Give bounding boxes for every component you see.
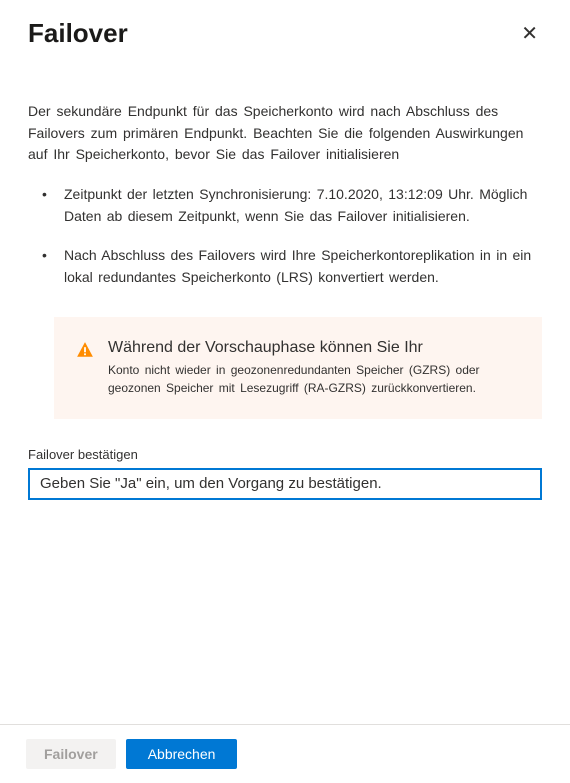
cancel-button[interactable]: Abbrechen [126, 739, 238, 769]
dialog-content: Der sekundäre Endpunkt für das Speicherk… [0, 61, 570, 500]
confirm-input[interactable] [28, 468, 542, 500]
warning-banner: Während der Vorschauphase können Sie Ihr… [54, 317, 542, 419]
impact-list: Zeitpunkt der letzten Synchronisierung: … [28, 184, 542, 289]
close-button[interactable]: ✕ [517, 20, 542, 48]
list-item: Nach Abschluss des Failovers wird Ihre S… [42, 245, 542, 288]
warning-text: Während der Vorschauphase können Sie Ihr… [108, 339, 520, 397]
confirm-section: Failover bestätigen [28, 447, 542, 500]
close-icon: ✕ [521, 23, 538, 45]
dialog-footer: Failover Abbrechen [0, 724, 570, 783]
dialog-title: Failover [28, 18, 128, 49]
intro-paragraph: Der sekundäre Endpunkt für das Speicherk… [28, 101, 542, 166]
warning-title: Während der Vorschauphase können Sie Ihr [108, 339, 520, 357]
failover-button[interactable]: Failover [26, 739, 116, 769]
warning-body: Konto nicht wieder in geozonenredundante… [108, 361, 520, 397]
confirm-label: Failover bestätigen [28, 447, 542, 462]
dialog-header: Failover ✕ [0, 0, 570, 61]
warning-icon [76, 341, 94, 359]
list-item: Zeitpunkt der letzten Synchronisierung: … [42, 184, 542, 227]
